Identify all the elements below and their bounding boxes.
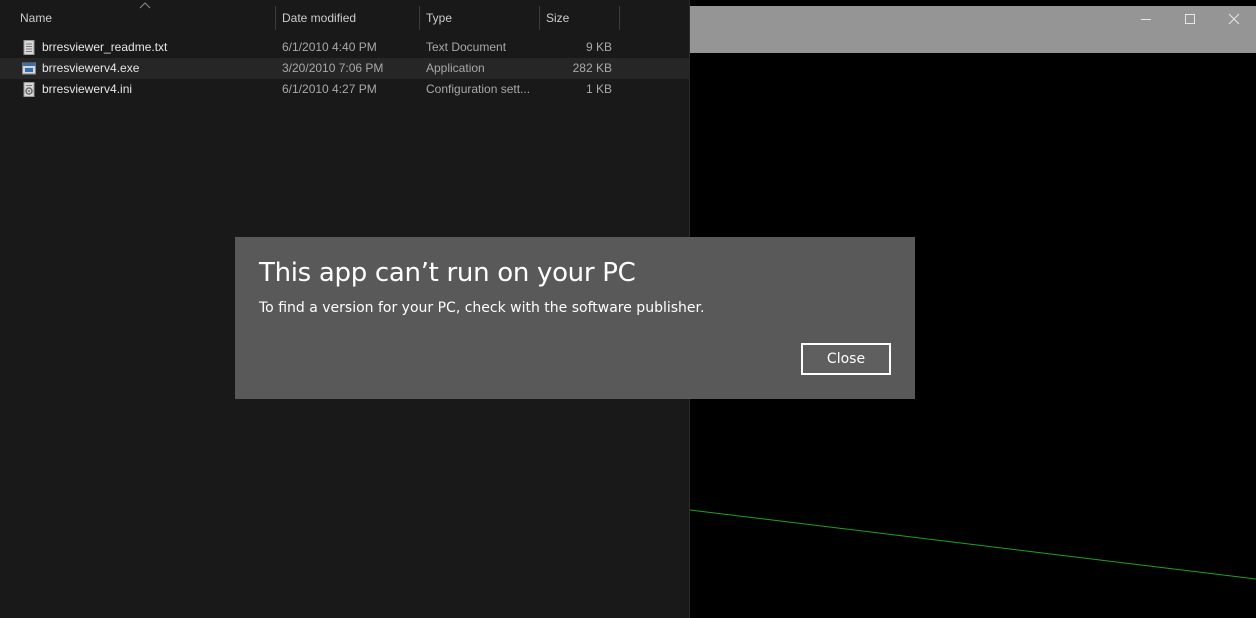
column-header-type[interactable]: Type [420,6,540,30]
column-header-row: Name Date modified Type Size [0,0,690,34]
close-icon [1228,13,1240,25]
file-date: 3/20/2010 7:06 PM [282,61,384,75]
file-name: brresviewerv4.exe [42,61,140,75]
file-type: Configuration sett... [426,82,531,96]
dialog-message: To find a version for your PC, check wit… [259,300,705,316]
dialog-title: This app can’t run on your PC [259,258,636,288]
maximize-icon [1185,14,1195,24]
file-row[interactable]: brresviewerv4.ini 6/1/2010 4:27 PM Confi… [0,79,690,100]
maximize-button[interactable] [1168,6,1212,32]
file-size: 9 KB [585,40,612,54]
close-button[interactable]: Close [801,343,891,375]
file-row[interactable]: brresviewerv4.exe 3/20/2010 7:06 PM Appl… [0,58,690,79]
config-file-icon [23,82,35,97]
close-window-button[interactable] [1212,6,1256,32]
file-size: 1 KB [585,82,612,96]
file-size: 282 KB [572,61,612,75]
app-titlebar [690,6,1256,53]
minimize-icon [1141,19,1151,20]
file-name: brresviewerv4.ini [42,82,133,96]
application-icon [22,62,36,75]
file-type: Application [426,61,485,75]
error-dialog: This app can’t run on your PC To find a … [235,237,915,399]
text-file-icon [23,40,35,55]
minimize-button[interactable] [1124,6,1168,32]
file-row[interactable]: brresviewer_readme.txt 6/1/2010 4:40 PM … [0,37,690,58]
file-type: Text Document [426,40,507,54]
column-header-date[interactable]: Date modified [276,6,420,30]
file-name: brresviewer_readme.txt [42,40,168,54]
column-header-size[interactable]: Size [540,6,620,30]
file-date: 6/1/2010 4:40 PM [282,40,377,54]
green-axis-line [690,509,1256,580]
file-date: 6/1/2010 4:27 PM [282,82,377,96]
column-header-name[interactable]: Name [14,6,276,30]
